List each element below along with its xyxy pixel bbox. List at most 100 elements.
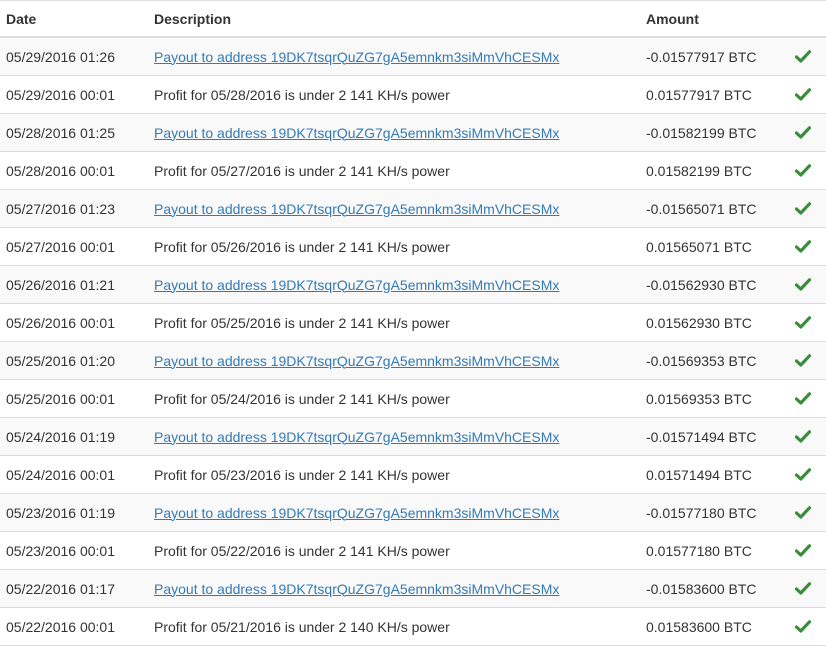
row-date: 05/22/2016 00:01 — [6, 618, 115, 635]
payout-address-link[interactable]: Payout to address 19DK7tsqrQuZG7gA5emnkm… — [154, 125, 559, 141]
transactions-table: Date Description Amount 05/29/2016 01:26… — [0, 0, 826, 646]
table-header: Date Description Amount — [0, 1, 826, 38]
check-icon — [793, 304, 813, 341]
check-icon — [793, 570, 813, 607]
row-amount: 0.01569353 BTC — [646, 390, 752, 407]
table-row: 05/25/2016 01:20 Payout to address 19DK7t… — [0, 342, 826, 380]
row-description-cell: Profit for 05/21/2016 is under 2 140 KH/… — [154, 608, 450, 645]
row-amount: 0.01583600 BTC — [646, 618, 752, 635]
table-row: 05/28/2016 01:25 Payout to address 19DK7t… — [0, 114, 826, 152]
row-amount: -0.01577917 BTC — [646, 48, 757, 65]
profit-description: Profit for 05/21/2016 is under 2 140 KH/… — [154, 618, 450, 635]
table-row: 05/25/2016 00:01 Profit for 05/24/2016 is… — [0, 380, 826, 418]
check-icon — [793, 266, 813, 303]
check-icon — [793, 38, 813, 75]
row-amount: -0.01562930 BTC — [646, 276, 757, 293]
row-date: 05/25/2016 01:20 — [6, 352, 115, 369]
payout-address-link[interactable]: Payout to address 19DK7tsqrQuZG7gA5emnkm… — [154, 505, 559, 521]
profit-description: Profit for 05/27/2016 is under 2 141 KH/… — [154, 162, 450, 179]
profit-description: Profit for 05/25/2016 is under 2 141 KH/… — [154, 314, 450, 331]
row-amount: 0.01571494 BTC — [646, 466, 752, 483]
header-amount: Amount — [646, 10, 699, 27]
table-body: 05/29/2016 01:26 Payout to address 19DK7t… — [0, 38, 826, 646]
row-amount: 0.01582199 BTC — [646, 162, 752, 179]
row-date: 05/24/2016 00:01 — [6, 466, 115, 483]
row-amount: 0.01562930 BTC — [646, 314, 752, 331]
row-date: 05/26/2016 01:21 — [6, 276, 115, 293]
row-date: 05/27/2016 01:23 — [6, 200, 115, 217]
row-date: 05/29/2016 00:01 — [6, 86, 115, 103]
check-icon — [793, 456, 813, 493]
row-amount: 0.01577180 BTC — [646, 542, 752, 559]
table-row: 05/27/2016 00:01 Profit for 05/26/2016 is… — [0, 228, 826, 266]
payout-address-link[interactable]: Payout to address 19DK7tsqrQuZG7gA5emnkm… — [154, 353, 559, 369]
check-icon — [793, 342, 813, 379]
payout-address-link[interactable]: Payout to address 19DK7tsqrQuZG7gA5emnkm… — [154, 429, 559, 445]
payout-address-link[interactable]: Payout to address 19DK7tsqrQuZG7gA5emnkm… — [154, 49, 559, 65]
profit-description: Profit for 05/28/2016 is under 2 141 KH/… — [154, 86, 450, 103]
row-amount: -0.01577180 BTC — [646, 504, 757, 521]
table-row: 05/28/2016 00:01 Profit for 05/27/2016 is… — [0, 152, 826, 190]
row-description-cell: Payout to address 19DK7tsqrQuZG7gA5emnkm… — [154, 418, 559, 455]
row-date: 05/28/2016 00:01 — [6, 162, 115, 179]
check-icon — [793, 532, 813, 569]
profit-description: Profit for 05/23/2016 is under 2 141 KH/… — [154, 466, 450, 483]
profit-description: Profit for 05/22/2016 is under 2 141 KH/… — [154, 542, 450, 559]
header-description: Description — [154, 10, 232, 27]
check-icon — [793, 228, 813, 265]
row-date: 05/28/2016 01:25 — [6, 124, 115, 141]
table-row: 05/23/2016 01:19 Payout to address 19DK7t… — [0, 494, 826, 532]
row-description-cell: Payout to address 19DK7tsqrQuZG7gA5emnkm… — [154, 570, 559, 607]
check-icon — [793, 494, 813, 531]
row-description-cell: Payout to address 19DK7tsqrQuZG7gA5emnkm… — [154, 190, 559, 227]
row-description-cell: Payout to address 19DK7tsqrQuZG7gA5emnkm… — [154, 38, 559, 75]
table-row: 05/26/2016 00:01 Profit for 05/25/2016 is… — [0, 304, 826, 342]
row-amount: 0.01577917 BTC — [646, 86, 752, 103]
row-date: 05/25/2016 00:01 — [6, 390, 115, 407]
row-amount: 0.01565071 BTC — [646, 238, 752, 255]
row-description-cell: Profit for 05/25/2016 is under 2 141 KH/… — [154, 304, 450, 341]
check-icon — [793, 190, 813, 227]
row-description-cell: Profit for 05/24/2016 is under 2 141 KH/… — [154, 380, 450, 417]
header-date: Date — [6, 10, 37, 27]
row-description-cell: Profit for 05/26/2016 is under 2 141 KH/… — [154, 228, 450, 265]
check-icon — [793, 380, 813, 417]
payout-address-link[interactable]: Payout to address 19DK7tsqrQuZG7gA5emnkm… — [154, 581, 559, 597]
row-description-cell: Profit for 05/22/2016 is under 2 141 KH/… — [154, 532, 450, 569]
row-amount: -0.01583600 BTC — [646, 580, 757, 597]
row-description-cell: Payout to address 19DK7tsqrQuZG7gA5emnkm… — [154, 266, 559, 303]
row-amount: -0.01565071 BTC — [646, 200, 757, 217]
row-date: 05/24/2016 01:19 — [6, 428, 115, 445]
profit-description: Profit for 05/26/2016 is under 2 141 KH/… — [154, 238, 450, 255]
row-amount: -0.01571494 BTC — [646, 428, 757, 445]
table-row: 05/24/2016 01:19 Payout to address 19DK7t… — [0, 418, 826, 456]
row-date: 05/22/2016 01:17 — [6, 580, 115, 597]
row-amount: -0.01582199 BTC — [646, 124, 757, 141]
row-description-cell: Profit for 05/27/2016 is under 2 141 KH/… — [154, 152, 450, 189]
row-description-cell: Payout to address 19DK7tsqrQuZG7gA5emnkm… — [154, 114, 559, 151]
table-row: 05/29/2016 00:01 Profit for 05/28/2016 is… — [0, 76, 826, 114]
check-icon — [793, 76, 813, 113]
row-date: 05/23/2016 00:01 — [6, 542, 115, 559]
table-row: 05/22/2016 01:17 Payout to address 19DK7t… — [0, 570, 826, 608]
table-row: 05/24/2016 00:01 Profit for 05/23/2016 is… — [0, 456, 826, 494]
table-row: 05/29/2016 01:26 Payout to address 19DK7t… — [0, 38, 826, 76]
check-icon — [793, 608, 813, 645]
table-row: 05/26/2016 01:21 Payout to address 19DK7t… — [0, 266, 826, 304]
check-icon — [793, 152, 813, 189]
table-row: 05/22/2016 00:01 Profit for 05/21/2016 is… — [0, 608, 826, 646]
row-date: 05/29/2016 01:26 — [6, 48, 115, 65]
row-amount: -0.01569353 BTC — [646, 352, 757, 369]
row-description-cell: Payout to address 19DK7tsqrQuZG7gA5emnkm… — [154, 342, 559, 379]
row-date: 05/26/2016 00:01 — [6, 314, 115, 331]
payout-address-link[interactable]: Payout to address 19DK7tsqrQuZG7gA5emnkm… — [154, 277, 559, 293]
profit-description: Profit for 05/24/2016 is under 2 141 KH/… — [154, 390, 450, 407]
check-icon — [793, 418, 813, 455]
row-description-cell: Profit for 05/23/2016 is under 2 141 KH/… — [154, 456, 450, 493]
check-icon — [793, 114, 813, 151]
row-date: 05/23/2016 01:19 — [6, 504, 115, 521]
payout-address-link[interactable]: Payout to address 19DK7tsqrQuZG7gA5emnkm… — [154, 201, 559, 217]
table-row: 05/23/2016 00:01 Profit for 05/22/2016 is… — [0, 532, 826, 570]
row-description-cell: Payout to address 19DK7tsqrQuZG7gA5emnkm… — [154, 494, 559, 531]
row-date: 05/27/2016 00:01 — [6, 238, 115, 255]
